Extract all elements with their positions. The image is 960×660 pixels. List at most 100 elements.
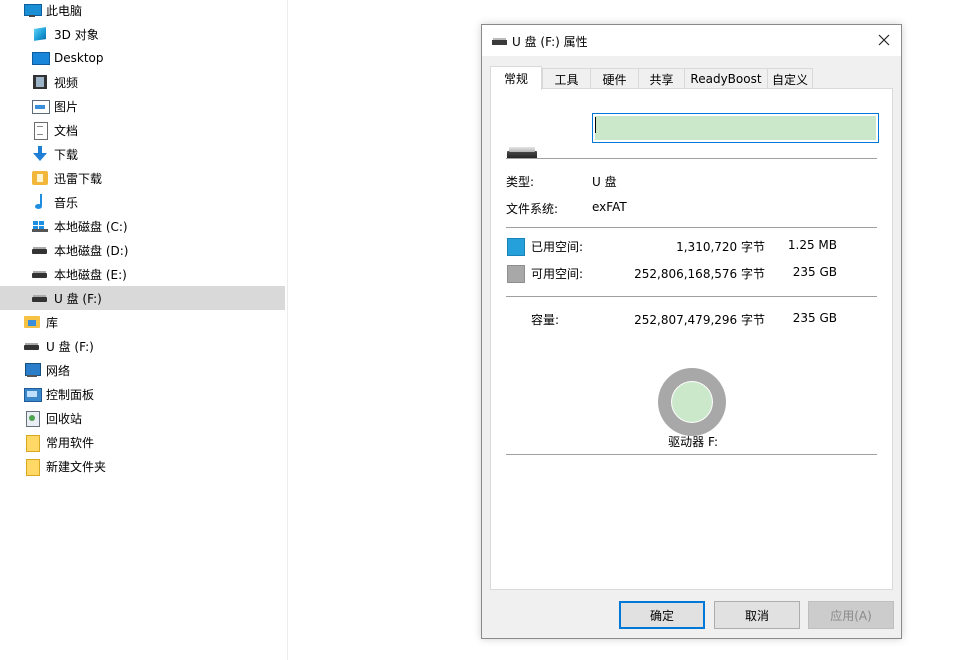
free-space-swatch: [507, 265, 525, 283]
desktop-icon: [32, 50, 50, 66]
nav-item[interactable]: 回收站: [0, 406, 285, 430]
thunder-download-icon: [32, 170, 48, 186]
drive-name-input[interactable]: [592, 113, 879, 143]
nav-item[interactable]: 3D 对象: [0, 22, 285, 46]
nav-item-label: 控制面板: [46, 387, 95, 402]
drive-letter-label: 驱动器 F:: [668, 435, 718, 449]
computer-icon: [24, 2, 42, 18]
nav-item-label: 图片: [54, 99, 79, 114]
library-icon: [24, 314, 40, 330]
filesystem-value: exFAT: [592, 200, 627, 214]
tab-sharing[interactable]: 共享: [638, 68, 685, 89]
nav-item[interactable]: 控制面板: [0, 382, 285, 406]
nav-item[interactable]: 新建文件夹: [0, 454, 285, 478]
capacity-size: 235 GB: [792, 311, 837, 325]
apply-button[interactable]: 应用(A): [808, 601, 894, 629]
nav-item[interactable]: 库: [0, 310, 285, 334]
nav-item-label: 常用软件: [46, 435, 95, 450]
nav-item-label: 本地磁盘 (E:): [54, 267, 127, 282]
nav-item[interactable]: U 盘 (F:): [0, 334, 285, 358]
nav-item-label: 迅雷下载: [54, 171, 103, 186]
drive-icon: [32, 266, 48, 282]
3d-objects-icon: [32, 26, 48, 42]
nav-item[interactable]: 本地磁盘 (C:): [0, 214, 285, 238]
nav-item-label: U 盘 (F:): [46, 339, 94, 354]
close-button[interactable]: [866, 25, 902, 55]
nav-item[interactable]: 图片: [0, 94, 285, 118]
nav-item[interactable]: 本地磁盘 (D:): [0, 238, 285, 262]
capacity-bytes: 252,807,479,296 字节: [634, 313, 765, 327]
general-tab-panel: 类型: U 盘 文件系统: exFAT 已用空间: 1,310,720 字节 1…: [490, 88, 893, 590]
nav-item-label: 本地磁盘 (C:): [54, 219, 128, 234]
nav-item[interactable]: Desktop: [0, 46, 285, 70]
donut-center: [672, 382, 712, 422]
nav-item-label: 库: [46, 315, 59, 330]
network-icon: [24, 362, 41, 378]
nav-item-label: 下载: [54, 147, 79, 162]
video-icon: [32, 74, 48, 90]
pane-divider: [287, 0, 288, 660]
usb-drive-icon: [492, 35, 508, 47]
tab-customize[interactable]: 自定义: [767, 68, 813, 89]
drive-name-selection: [595, 116, 876, 140]
nav-item[interactable]: 常用软件: [0, 430, 285, 454]
nav-item-label: 音乐: [54, 195, 79, 210]
filesystem-label: 文件系统:: [506, 202, 559, 216]
recycle-bin-icon: [24, 410, 40, 427]
used-space-swatch: [507, 238, 525, 256]
divider: [506, 296, 877, 297]
nav-item[interactable]: 此电脑: [0, 0, 285, 22]
folder-icon: [24, 458, 40, 476]
document-icon: [32, 122, 48, 140]
cancel-button[interactable]: 取消: [714, 601, 800, 629]
control-panel-icon: [24, 386, 42, 402]
tab-hardware[interactable]: 硬件: [590, 68, 639, 89]
free-space-label: 可用空间:: [531, 267, 584, 281]
nav-item[interactable]: 下载: [0, 142, 285, 166]
divider: [506, 454, 877, 455]
nav-item[interactable]: 网络: [0, 358, 285, 382]
nav-item[interactable]: 视频: [0, 70, 285, 94]
download-icon: [32, 146, 48, 162]
nav-item[interactable]: 本地磁盘 (E:): [0, 262, 285, 286]
system-drive-icon: [32, 218, 48, 234]
nav-item-label: U 盘 (F:): [54, 291, 102, 306]
free-space-bytes: 252,806,168,576 字节: [634, 267, 765, 281]
used-space-bytes: 1,310,720 字节: [676, 240, 765, 254]
properties-dialog: U 盘 (F:) 属性 常规 工具 硬件 共享 ReadyBoost 自定义 类…: [481, 24, 902, 639]
used-space-size: 1.25 MB: [787, 238, 837, 252]
used-space-label: 已用空间:: [531, 240, 584, 254]
nav-item-label: 回收站: [46, 411, 83, 426]
tab-general[interactable]: 常规: [490, 66, 542, 90]
navigation-pane: 此电脑 3D 对象 Desktop 视频图片文档下载迅雷下载音乐本地磁盘 (C:) 本地…: [0, 0, 286, 660]
drive-icon: [32, 242, 48, 258]
tab-tools[interactable]: 工具: [542, 68, 591, 89]
nav-item-label: 本地磁盘 (D:): [54, 243, 129, 258]
type-value: U 盘: [592, 175, 617, 189]
ok-button[interactable]: 确定: [619, 601, 705, 629]
music-icon: [32, 194, 48, 210]
nav-item-label: 文档: [54, 123, 79, 138]
nav-item-label: 网络: [46, 363, 71, 378]
dialog-title: U 盘 (F:) 属性: [512, 35, 588, 49]
type-label: 类型:: [506, 175, 535, 189]
folder-icon: [24, 434, 40, 452]
picture-icon: [32, 98, 50, 114]
free-space-size: 235 GB: [792, 265, 837, 279]
dialog-titlebar[interactable]: U 盘 (F:) 属性: [482, 25, 901, 56]
nav-item[interactable]: U 盘 (F:): [0, 286, 285, 310]
text-caret: [595, 117, 596, 133]
close-icon: [878, 34, 890, 46]
nav-item-label: Desktop: [54, 51, 104, 65]
usb-drive-icon: [24, 338, 40, 354]
capacity-label: 容量:: [531, 313, 560, 327]
nav-item[interactable]: 音乐: [0, 190, 285, 214]
tab-readyboost[interactable]: ReadyBoost: [684, 68, 768, 89]
divider: [506, 227, 877, 228]
divider: [506, 158, 877, 159]
nav-item[interactable]: 迅雷下载: [0, 166, 285, 190]
nav-item[interactable]: 文档: [0, 118, 285, 142]
nav-item-label: 此电脑: [46, 3, 83, 18]
disk-usage-chart: [658, 368, 726, 436]
usb-drive-icon: [32, 290, 48, 306]
